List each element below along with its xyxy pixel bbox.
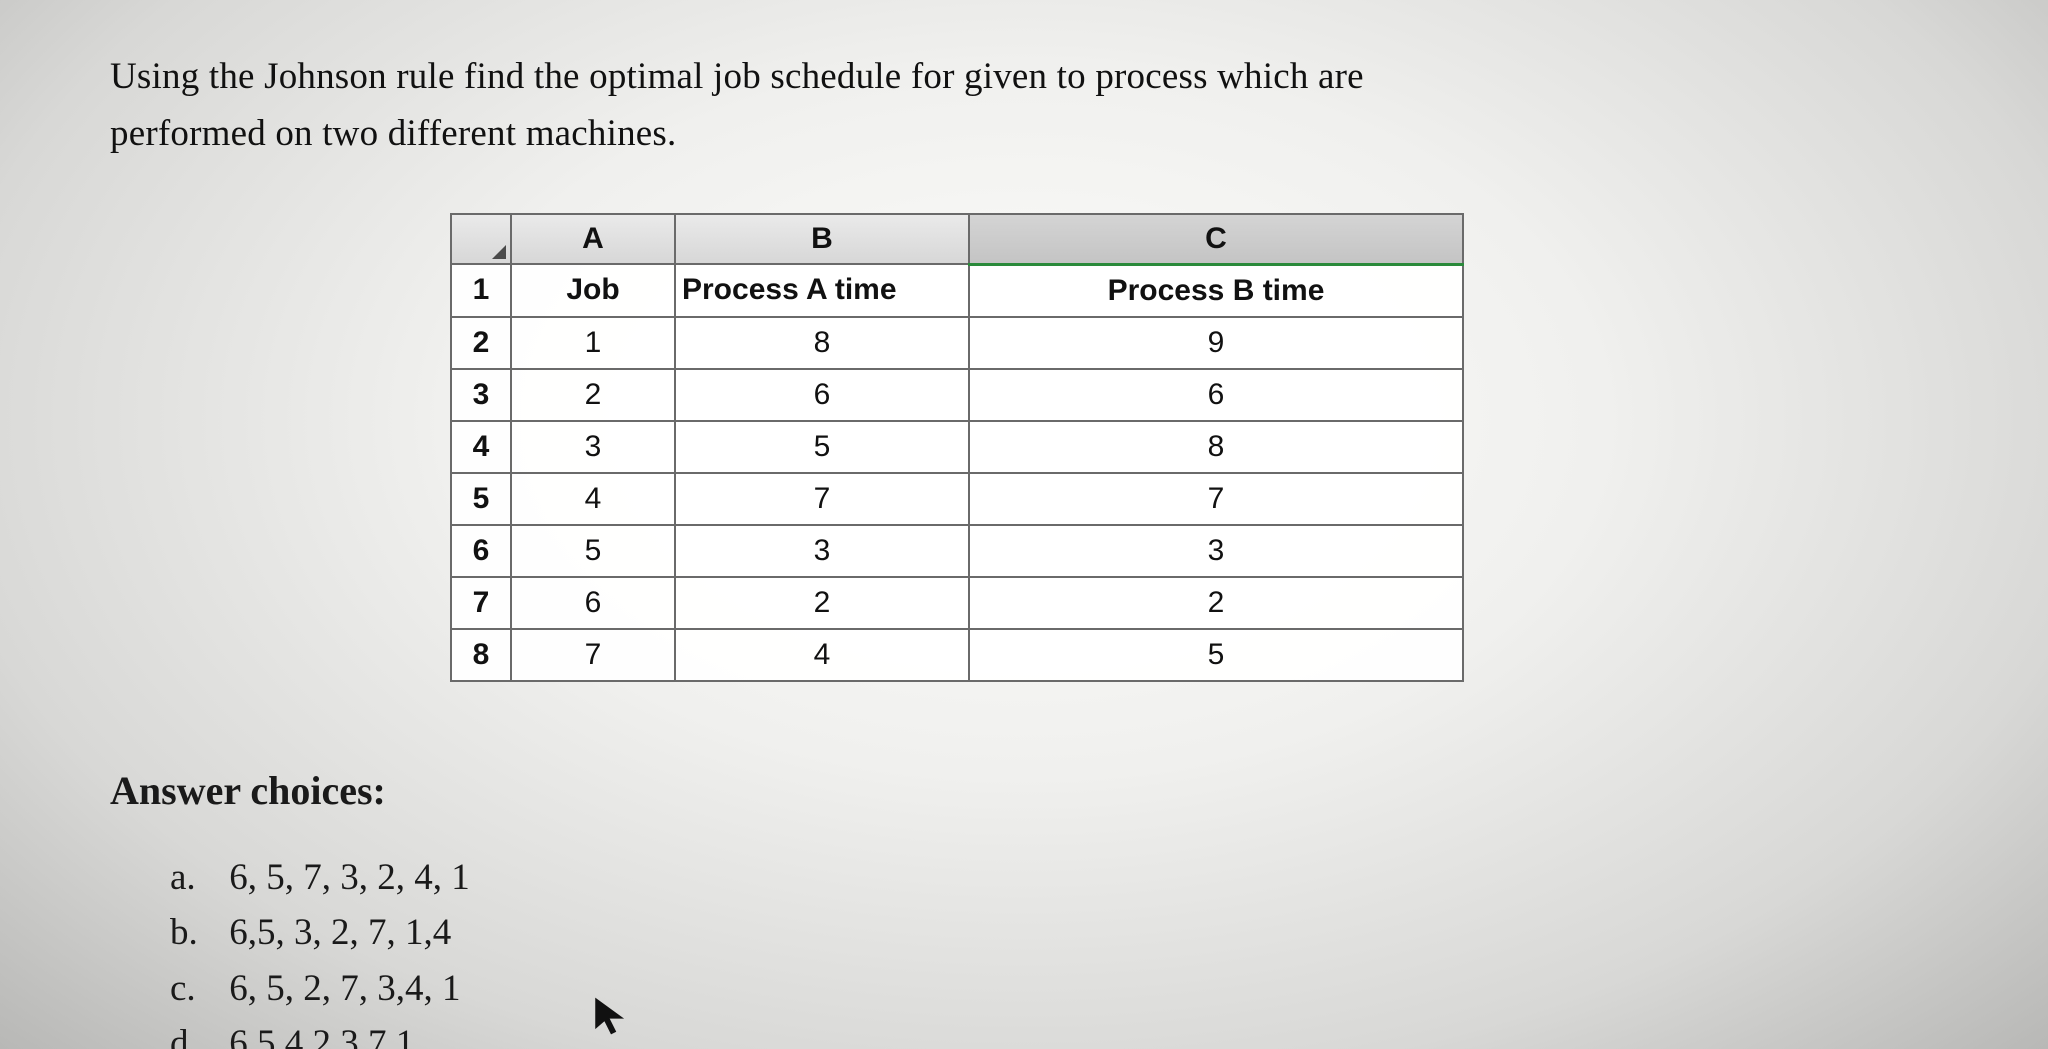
answers-heading: Answer choices: <box>110 767 1938 814</box>
spreadsheet-table: A B C 1 Job Process A time Process B tim… <box>450 213 1464 682</box>
choice-text: 6,5, 3, 2, 7, 1,4 <box>229 912 451 953</box>
row-header: 8 <box>451 629 511 681</box>
row-header: 4 <box>451 421 511 473</box>
cell-process-b: 7 <box>969 473 1463 525</box>
cell-process-b: 3 <box>969 525 1463 577</box>
cell-job: 3 <box>511 421 675 473</box>
header-cell-job: Job <box>511 264 675 317</box>
choice-marker: c. <box>170 961 220 1017</box>
table-row: 1 Job Process A time Process B time <box>451 264 1463 317</box>
cell-process-a: 6 <box>675 369 969 421</box>
column-header-row: A B C <box>451 214 1463 265</box>
sheet-corner <box>451 214 511 265</box>
choice-marker: a. <box>170 850 220 906</box>
table-row: 2 1 8 9 <box>451 317 1463 369</box>
row-header: 6 <box>451 525 511 577</box>
choice-marker: b. <box>170 905 220 961</box>
answer-choice: d. 6,5,4,2,3,7,1 <box>170 1016 1938 1049</box>
cell-process-a: 5 <box>675 421 969 473</box>
table-row: 7 6 2 2 <box>451 577 1463 629</box>
cell-process-a: 8 <box>675 317 969 369</box>
choice-text: 6,5,4,2,3,7,1 <box>229 1023 414 1049</box>
question-line-1: Using the Johnson rule find the optimal … <box>110 56 1364 97</box>
choice-text: 6, 5, 2, 7, 3,4, 1 <box>229 968 460 1009</box>
cell-process-b: 8 <box>969 421 1463 473</box>
cell-process-a: 2 <box>675 577 969 629</box>
question-text: Using the Johnson rule find the optimal … <box>110 48 1938 163</box>
table-row: 5 4 7 7 <box>451 473 1463 525</box>
col-header-c: C <box>969 214 1463 265</box>
cell-process-a: 7 <box>675 473 969 525</box>
cell-process-b: 9 <box>969 317 1463 369</box>
table-row: 6 5 3 3 <box>451 525 1463 577</box>
table-row: 3 2 6 6 <box>451 369 1463 421</box>
cell-job: 6 <box>511 577 675 629</box>
choice-marker: d. <box>170 1016 220 1049</box>
table-row: 4 3 5 8 <box>451 421 1463 473</box>
cell-job: 1 <box>511 317 675 369</box>
header-cell-process-b: Process B time <box>969 264 1463 317</box>
question-line-2: performed on two different machines. <box>110 113 676 154</box>
col-header-b: B <box>675 214 969 265</box>
answer-choice: a. 6, 5, 7, 3, 2, 4, 1 <box>170 850 1938 906</box>
table-row: 8 7 4 5 <box>451 629 1463 681</box>
cell-process-a: 4 <box>675 629 969 681</box>
row-header: 7 <box>451 577 511 629</box>
cell-job: 2 <box>511 369 675 421</box>
header-cell-process-a: Process A time <box>675 264 969 317</box>
cell-process-a: 3 <box>675 525 969 577</box>
row-header: 1 <box>451 264 511 317</box>
cell-job: 5 <box>511 525 675 577</box>
answer-choice: c. 6, 5, 2, 7, 3,4, 1 <box>170 961 1938 1017</box>
row-header: 3 <box>451 369 511 421</box>
choice-text: 6, 5, 7, 3, 2, 4, 1 <box>229 857 470 898</box>
answer-choices-list: a. 6, 5, 7, 3, 2, 4, 1 b. 6,5, 3, 2, 7, … <box>170 850 1938 1049</box>
row-header: 2 <box>451 317 511 369</box>
cell-process-b: 6 <box>969 369 1463 421</box>
cell-process-b: 2 <box>969 577 1463 629</box>
spreadsheet-table-wrap: A B C 1 Job Process A time Process B tim… <box>450 213 1490 682</box>
row-header: 5 <box>451 473 511 525</box>
col-header-a: A <box>511 214 675 265</box>
cell-job: 7 <box>511 629 675 681</box>
answer-choice: b. 6,5, 3, 2, 7, 1,4 <box>170 905 1938 961</box>
cell-process-b: 5 <box>969 629 1463 681</box>
cell-job: 4 <box>511 473 675 525</box>
